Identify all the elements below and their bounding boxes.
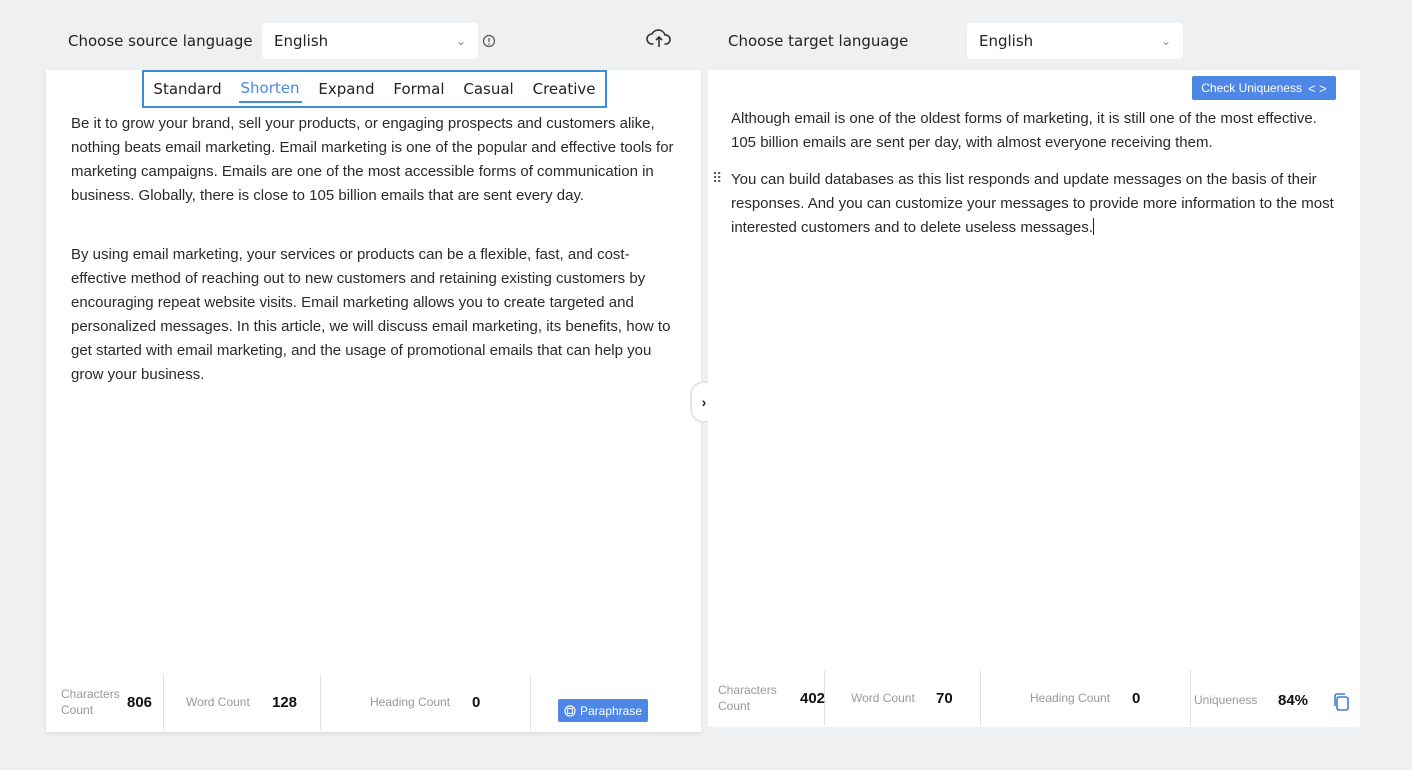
word-count-label: Word Count [186, 695, 250, 709]
target-language-value: English [979, 32, 1034, 50]
word-count-label: Word Count [851, 691, 915, 705]
output-paragraph-2-text: You can build databases as this list res… [731, 171, 1334, 236]
code-brackets-icon: < > [1307, 80, 1327, 96]
word-count-value: 70 [936, 690, 953, 707]
mode-standard[interactable]: Standard [151, 78, 223, 100]
input-panel: Standard Shorten Expand Formal Casual Cr… [46, 70, 701, 732]
paraphrase-button[interactable]: Paraphrase [558, 699, 648, 722]
drag-handle-icon[interactable]: ⠿ [712, 170, 722, 187]
uniqueness-label: Uniqueness [1194, 693, 1258, 707]
mode-tabs: Standard Shorten Expand Formal Casual Cr… [142, 70, 607, 108]
output-panel: Check Uniqueness < > Although email is o… [708, 70, 1360, 727]
mode-expand[interactable]: Expand [316, 78, 376, 100]
copy-icon[interactable] [1332, 692, 1350, 712]
chars-count-value: 402 [800, 690, 826, 707]
input-paragraph-2[interactable]: By using email marketing, your services … [71, 243, 683, 387]
divider [320, 674, 321, 730]
check-uniqueness-button[interactable]: Check Uniqueness < > [1192, 76, 1336, 100]
uniqueness-value: 84% [1278, 692, 1309, 709]
output-paragraph-2[interactable]: You can build databases as this list res… [731, 168, 1343, 240]
check-uniqueness-label: Check Uniqueness [1201, 81, 1302, 95]
divider [980, 670, 981, 726]
target-language-label: Choose target language [728, 32, 909, 50]
cloud-upload-icon[interactable] [646, 28, 672, 50]
source-language-value: English [274, 32, 329, 50]
chevron-down-icon: ⌄ [455, 34, 466, 48]
heading-count-label: Heading Count [370, 695, 451, 709]
heading-count-value: 0 [472, 694, 481, 711]
mode-creative[interactable]: Creative [531, 78, 598, 100]
word-count-value: 128 [272, 694, 298, 711]
heading-count-value: 0 [1132, 690, 1141, 707]
text-cursor [1092, 218, 1094, 235]
chars-count-label: Characters Count [718, 683, 777, 713]
mode-casual[interactable]: Casual [461, 78, 515, 100]
chars-count-label: Characters Count [61, 687, 120, 717]
mode-shorten[interactable]: Shorten [238, 77, 302, 103]
chars-count-value: 806 [127, 694, 153, 711]
target-language-select[interactable]: English ⌄ [967, 23, 1183, 59]
output-paragraph-1[interactable]: Although email is one of the oldest form… [731, 107, 1343, 155]
info-icon[interactable] [482, 34, 496, 48]
source-language-select[interactable]: English ⌄ [262, 23, 478, 59]
paraphrase-icon [564, 704, 576, 717]
input-paragraph-1[interactable]: Be it to grow your brand, sell your prod… [71, 112, 683, 208]
divider [1190, 670, 1191, 726]
divider [530, 674, 531, 730]
mode-formal[interactable]: Formal [391, 78, 446, 100]
divider [163, 674, 164, 730]
source-language-label: Choose source language [68, 32, 253, 50]
chevron-down-icon: ⌄ [1160, 34, 1171, 48]
paraphrase-label: Paraphrase [579, 703, 643, 718]
heading-count-label: Heading Count [1030, 691, 1111, 705]
